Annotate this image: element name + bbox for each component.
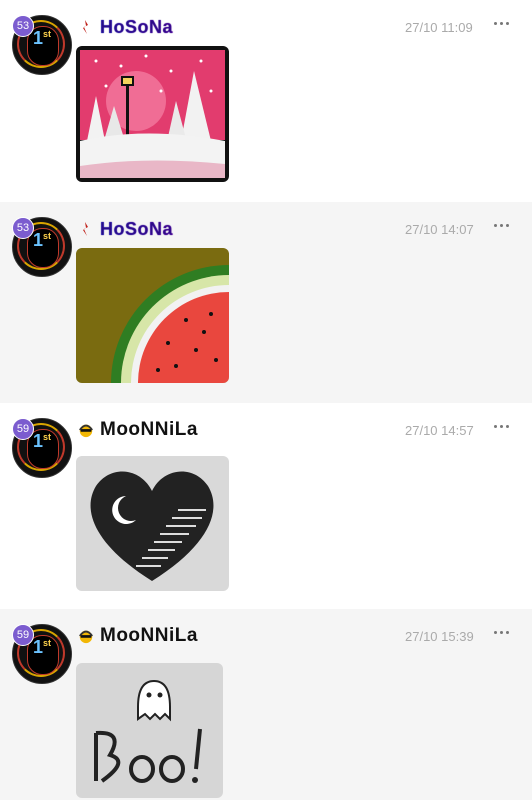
username-row[interactable]: MooNNiLa [78,419,198,441]
image-watermelon[interactable] [76,248,229,383]
username: HoSoNa [100,218,174,239]
post: 1st 53 HoSoNa 27/10 14:07 [0,202,532,403]
level-badge: 59 [12,624,34,646]
more-dots-icon[interactable] [494,220,510,232]
level-badge: 53 [12,217,34,239]
username: MooNNiLa [100,625,198,646]
winter-lamp-drawing [76,46,229,182]
more-dots-icon[interactable] [494,627,510,639]
post: 1st 53 HoSoNa 27/10 11:09 [0,0,532,202]
post: 1st 59 MooNNiLa 27/10 14:57 [0,403,532,609]
avatar[interactable]: 1st 59 [12,418,72,478]
post: 1st 59 MooNNiLa 27/10 15:39 [0,609,532,800]
username-row[interactable]: MooNNiLa [78,625,198,647]
boo-ghost-drawing [76,663,223,798]
image-heart-stairs[interactable] [76,456,229,591]
image-winter-lamp[interactable] [76,46,229,182]
username-row[interactable]: HoSoNa [78,218,173,240]
timestamp: 27/10 11:09 [405,20,473,35]
image-boo-ghost[interactable] [76,663,223,798]
emoji-face-icon [79,424,93,438]
chat-feed: 1st 53 HoSoNa 27/10 11:09 1st 53 HoSoNa … [0,0,532,800]
level-badge: 53 [12,15,34,37]
emoji-face-icon [79,630,93,644]
username: MooNNiLa [100,419,198,440]
timestamp: 27/10 15:39 [405,629,474,644]
more-dots-icon[interactable] [494,421,510,433]
avatar[interactable]: 1st 53 [12,217,72,277]
more-dots-icon[interactable] [494,18,510,30]
level-badge: 59 [12,418,34,440]
username-row[interactable]: HoSoNa [78,16,173,38]
timestamp: 27/10 14:57 [405,423,474,438]
red-flag-icon [83,222,88,236]
watermelon-drawing [76,248,229,383]
avatar[interactable]: 1st 59 [12,624,72,684]
red-flag-icon [83,20,88,34]
username: HoSoNa [100,16,174,37]
timestamp: 27/10 14:07 [405,222,474,237]
avatar[interactable]: 1st 53 [12,15,72,75]
heart-stairs-drawing [76,456,229,591]
